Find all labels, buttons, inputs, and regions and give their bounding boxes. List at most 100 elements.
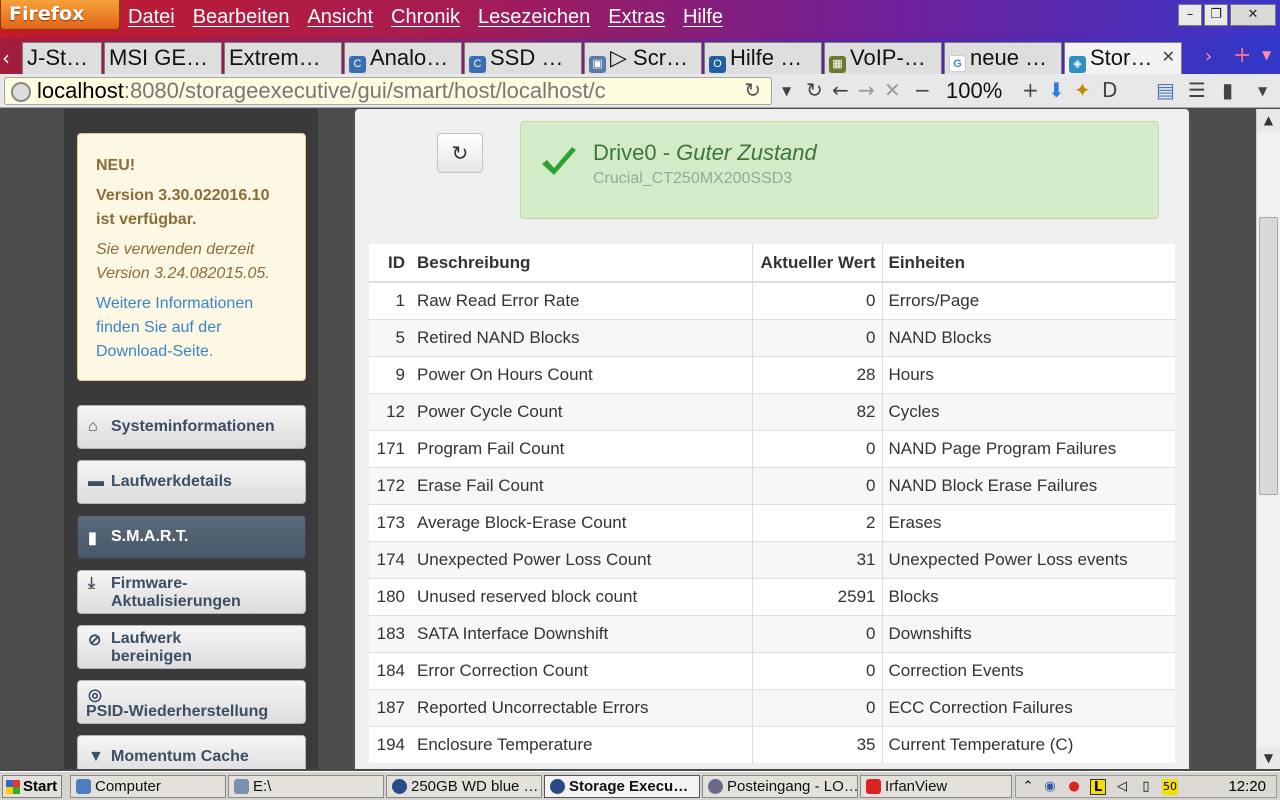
- scroll-up-icon[interactable]: ▲: [1257, 109, 1280, 131]
- menu-extras[interactable]: Extras: [608, 6, 665, 29]
- reload-icon[interactable]: ↻: [806, 78, 823, 102]
- new-tab-icon[interactable]: +: [1233, 43, 1251, 68]
- start-button[interactable]: Start: [2, 775, 62, 798]
- addon-icon[interactable]: ✦: [1074, 78, 1091, 102]
- refresh-button[interactable]: ↻: [437, 133, 483, 173]
- tab[interactable]: ▣ ▷ Scr…: [584, 42, 702, 74]
- close-tab-icon[interactable]: ✕: [1162, 43, 1175, 73]
- zoom-in-icon[interactable]: +: [1022, 78, 1039, 102]
- nav-psid-wiederherstellung[interactable]: ◎ PSID-Wiederherstellung: [77, 680, 306, 724]
- nav-laufwerkdetails[interactable]: ▬ Laufwerkdetails: [77, 460, 306, 504]
- tab[interactable]: J-St…: [22, 42, 102, 74]
- cell-aktueller-wert: 2591: [752, 577, 883, 615]
- clipboard-icon[interactable]: ▮: [1222, 78, 1233, 102]
- nav-firmware-aktualisierungen[interactable]: ⤓ Firmware- Aktualisierungen: [77, 570, 306, 614]
- screen-site-icon: ▣: [589, 56, 606, 73]
- device-icon[interactable]: ▯: [1138, 779, 1154, 795]
- nav-systeminformationen[interactable]: ⌂ Systeminformationen: [77, 405, 306, 449]
- tab[interactable]: C Analo…: [344, 42, 462, 74]
- taskbar-item[interactable]: Posteingang - LO…: [702, 775, 858, 798]
- menu-chronik[interactable]: Chronik: [391, 6, 460, 29]
- nav-momentum-cache[interactable]: ▼ Momentum Cache: [77, 735, 306, 769]
- url-path: :8080/storageexecutive/gui/smart/host/lo…: [123, 78, 606, 103]
- tab-scroll-right-icon[interactable]: ›: [1205, 46, 1212, 67]
- tab-list-icon[interactable]: ▼: [1262, 48, 1271, 62]
- tab[interactable]: ▦ VoIP-…: [824, 42, 942, 74]
- scroll-down-icon[interactable]: ▼: [1257, 747, 1280, 769]
- menu-hilfe[interactable]: Hilfe: [683, 6, 723, 29]
- cell-aktueller-wert: 0: [752, 466, 883, 504]
- taskbar-item[interactable]: 250GB WD blue …: [386, 775, 542, 798]
- nav-laufwerk-bereinigen[interactable]: ⊘ Laufwerk bereinigen: [77, 625, 306, 669]
- google-icon: G: [949, 55, 966, 72]
- taskbar-item[interactable]: IrfanView: [860, 775, 1012, 798]
- cell-id: 194: [369, 725, 411, 763]
- nav-label: Momentum Cache: [111, 748, 249, 765]
- download-link-line3[interactable]: Download-Seite.: [96, 340, 287, 364]
- menu-lesezeichen[interactable]: Lesezeichen: [478, 6, 590, 29]
- vertical-scrollbar[interactable]: ▲ ▼: [1256, 109, 1280, 769]
- tray-badge[interactable]: 50: [1162, 779, 1178, 795]
- cell-beschreibung: Raw Read Error Rate: [411, 281, 753, 319]
- l-app-icon[interactable]: L: [1090, 779, 1106, 795]
- nav-smart[interactable]: ▮ S.M.A.R.T.: [77, 515, 306, 559]
- cell-id: 174: [369, 540, 411, 578]
- download-icon[interactable]: ⬇: [1048, 78, 1065, 102]
- menu-icon[interactable]: ☰: [1188, 78, 1206, 102]
- record-icon[interactable]: ●: [1066, 779, 1082, 795]
- tab-scroll-left-icon[interactable]: ‹: [2, 46, 10, 70]
- tab[interactable]: Gneue …: [944, 42, 1062, 74]
- cell-beschreibung: Retired NAND Blocks: [411, 318, 753, 356]
- cell-einheiten: Correction Events: [882, 651, 1175, 689]
- network-icon[interactable]: ◉: [1042, 779, 1058, 795]
- volume-icon[interactable]: ◁: [1114, 779, 1130, 795]
- forward-icon[interactable]: →: [858, 78, 875, 102]
- back-icon[interactable]: ←: [832, 78, 849, 102]
- table-row: 194 Enclosure Temperature 35 Current Temper…: [369, 725, 1175, 763]
- cell-aktueller-wert: 0: [752, 614, 883, 652]
- download-link-line1[interactable]: Weitere Informationen: [96, 292, 287, 316]
- firefox-app-button[interactable]: Firefox: [0, 0, 120, 30]
- tab-label: Analo…: [370, 45, 449, 70]
- taskbar-item-active[interactable]: Storage Execu…: [544, 775, 700, 798]
- cell-einheiten: ECC Correction Failures: [882, 688, 1175, 726]
- table-row: 187 Reported Uncorrectable Errors 0 ECC Cor…: [369, 688, 1175, 726]
- voip-site-icon: ▦: [829, 56, 846, 73]
- download-link-line2[interactable]: finden Sie auf der: [96, 316, 287, 340]
- clock[interactable]: 12:20: [1228, 776, 1266, 797]
- tab[interactable]: MSI GE…: [104, 42, 222, 74]
- site-identity-icon[interactable]: [11, 82, 31, 102]
- cell-id: 9: [369, 355, 411, 393]
- cell-id: 172: [369, 466, 411, 504]
- tab[interactable]: O Hilfe …: [704, 42, 822, 74]
- restore-button[interactable]: ❐: [1204, 4, 1228, 26]
- url-bar[interactable]: localhost:8080/storageexecutive/gui/smar…: [4, 77, 772, 105]
- drive-status-separator: -: [656, 140, 677, 165]
- tab-active[interactable]: ◈ Stor… ✕: [1064, 42, 1182, 74]
- addon-d-icon[interactable]: D: [1102, 78, 1117, 102]
- menu-ansicht[interactable]: Ansicht: [307, 6, 373, 29]
- tab[interactable]: C SSD …: [464, 42, 582, 74]
- cell-einheiten: Current Temperature (C): [882, 725, 1175, 763]
- taskbar-item[interactable]: E:\: [228, 775, 384, 798]
- tab[interactable]: Extrem…: [224, 42, 342, 74]
- url-dropdown-icon[interactable]: ▼: [782, 84, 791, 98]
- window-controls: – ❐ ✕: [1178, 4, 1276, 26]
- stop-icon[interactable]: ✕: [884, 78, 901, 102]
- menu-datei[interactable]: Datei: [128, 6, 175, 29]
- download-link[interactable]: Weitere Informationen finden Sie auf der…: [96, 292, 287, 364]
- zoom-out-icon[interactable]: −: [914, 78, 931, 102]
- table-row: 9 Power On Hours Count 28 Hours: [369, 355, 1175, 393]
- cell-beschreibung: Average Block-Erase Count: [411, 503, 753, 541]
- close-window-button[interactable]: ✕: [1230, 4, 1276, 26]
- taskbar-item[interactable]: Computer: [70, 775, 226, 798]
- cell-beschreibung: SATA Interface Downshift: [411, 614, 753, 652]
- bookmarks-icon[interactable]: ▤: [1156, 78, 1175, 102]
- tray-expand-icon[interactable]: ⌃: [1020, 779, 1036, 795]
- overflow-icon[interactable]: ▼: [1258, 84, 1267, 98]
- url-reload-icon[interactable]: ↻: [744, 78, 761, 104]
- minimize-button[interactable]: –: [1178, 4, 1202, 26]
- menu-bearbeiten[interactable]: Bearbeiten: [193, 6, 290, 29]
- zoom-level[interactable]: 100%: [946, 78, 1002, 104]
- scroll-thumb[interactable]: [1259, 217, 1278, 495]
